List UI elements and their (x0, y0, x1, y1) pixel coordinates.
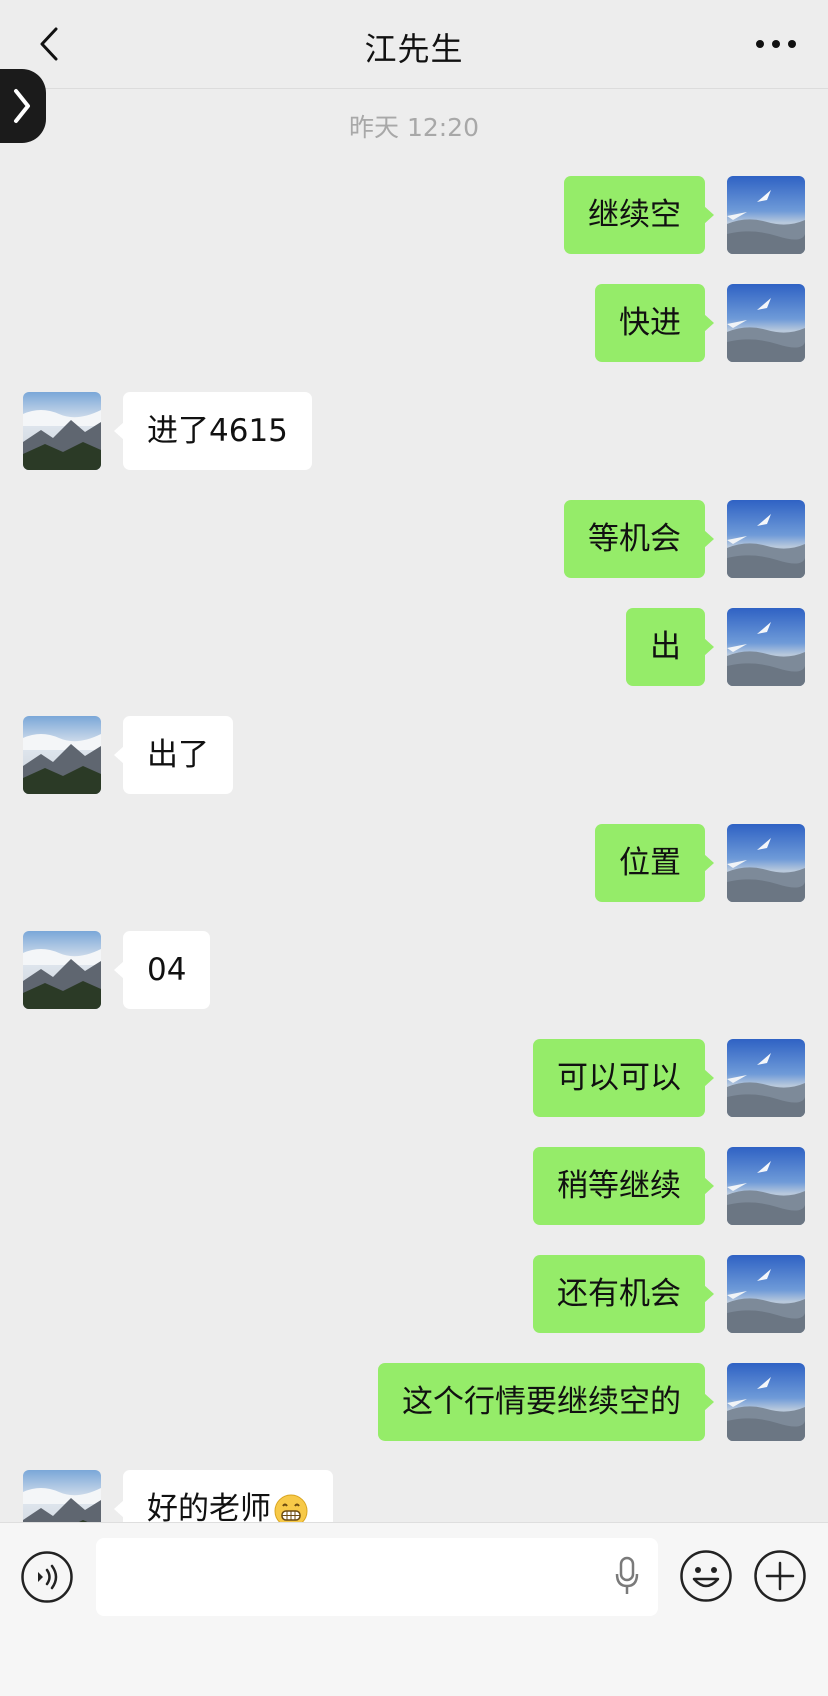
message-row: 继续空 (0, 176, 828, 254)
microphone-icon[interactable] (614, 1556, 640, 1596)
my-avatar[interactable] (727, 284, 805, 362)
message-bubble[interactable]: 出 (626, 608, 714, 686)
my-avatar[interactable] (727, 1363, 805, 1441)
my-avatar[interactable] (727, 1147, 805, 1225)
message-row: 还有机会 (0, 1255, 828, 1333)
my-avatar[interactable] (727, 824, 805, 902)
message-row: 04 (0, 931, 828, 1009)
input-toolbar (0, 1522, 828, 1696)
voice-icon[interactable] (20, 1550, 74, 1604)
message-bubble[interactable]: 这个行情要继续空的 (378, 1363, 714, 1441)
my-avatar[interactable] (727, 608, 805, 686)
my-avatar[interactable] (727, 176, 805, 254)
plus-icon[interactable] (753, 1549, 807, 1603)
message-bubble[interactable]: 快进 (595, 284, 714, 362)
contact-avatar[interactable] (23, 392, 101, 470)
message-row: 这个行情要继续空的 (0, 1363, 828, 1441)
message-bubble[interactable]: 稍等继续 (533, 1147, 714, 1225)
message-timestamp: 昨天 12:20 (349, 113, 479, 142)
my-avatar[interactable] (727, 500, 805, 578)
message-bubble[interactable]: 可以可以 (533, 1039, 714, 1117)
contact-avatar[interactable] (23, 716, 101, 794)
message-bubble[interactable]: 04 (113, 931, 211, 1009)
message-row: 可以可以 (0, 1039, 828, 1117)
message-row: 出了 (0, 716, 828, 794)
message-bubble[interactable]: 出了 (114, 716, 233, 794)
my-avatar[interactable] (727, 1039, 805, 1117)
message-bubble[interactable]: 位置 (595, 824, 714, 902)
my-avatar[interactable] (727, 1255, 805, 1333)
message-bubble[interactable]: 继续空 (564, 176, 714, 254)
message-row: 位置 (0, 824, 828, 902)
smiley-icon[interactable] (679, 1549, 733, 1603)
message-row: 出 (0, 608, 828, 686)
message-bubble[interactable]: 还有机会 (533, 1255, 714, 1333)
more-dots-icon[interactable] (750, 26, 802, 62)
message-bubble[interactable]: 进了4615 (114, 392, 312, 470)
chat-header: 江先生 (0, 0, 828, 89)
message-row: 稍等继续 (0, 1147, 828, 1225)
chat-title: 江先生 (364, 30, 464, 68)
message-row: 进了4615 (0, 392, 828, 470)
message-row: 等机会 (0, 500, 828, 578)
message-bubble[interactable]: 等机会 (564, 500, 714, 578)
contact-avatar[interactable] (23, 931, 101, 1009)
message-row: 快进 (0, 284, 828, 362)
message-input[interactable] (96, 1538, 658, 1616)
